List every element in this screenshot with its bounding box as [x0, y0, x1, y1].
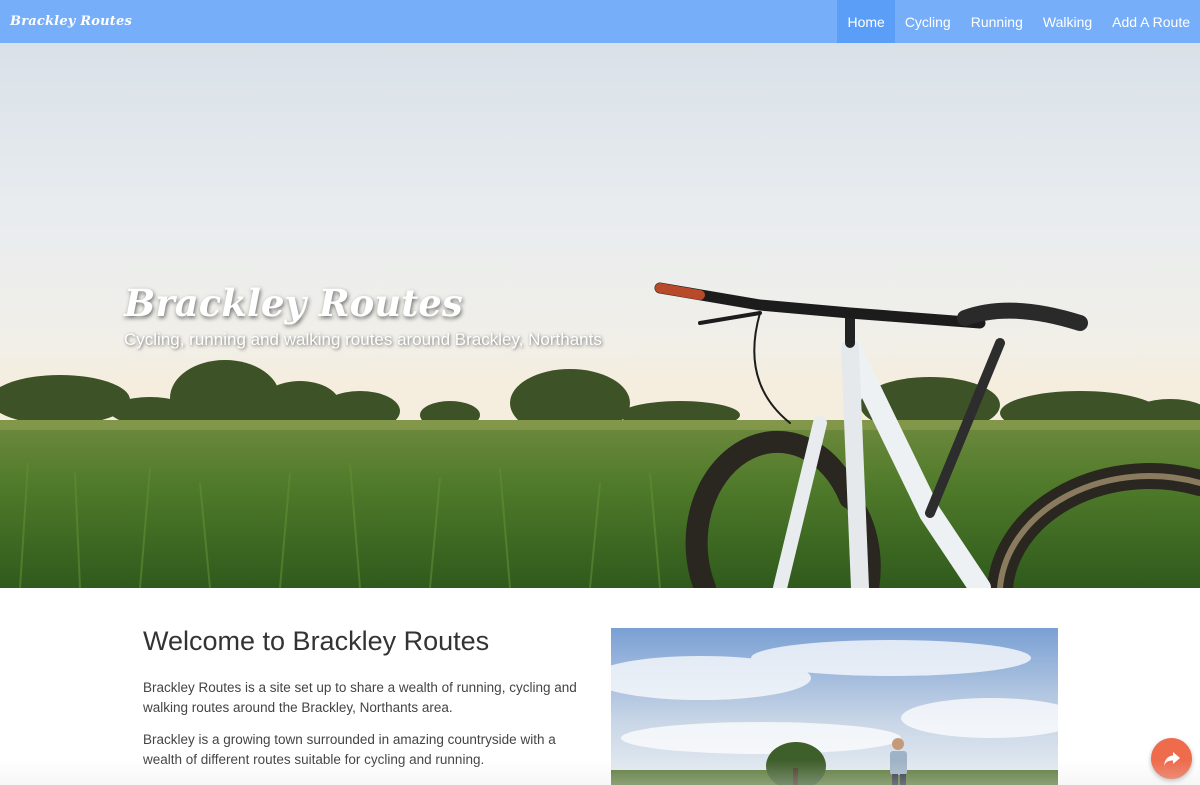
share-button[interactable]	[1151, 738, 1192, 779]
nav-item-add-a-route[interactable]: Add A Route	[1102, 0, 1200, 43]
main-nav: Home Cycling Running Walking Add A Route	[837, 0, 1200, 43]
nav-item-walking[interactable]: Walking	[1033, 0, 1102, 43]
brand-logo-link[interactable]: Brackley Routes	[0, 14, 132, 29]
hero-subtitle: Cycling, running and walking routes arou…	[124, 330, 602, 349]
nav-item-home[interactable]: Home	[837, 0, 895, 43]
hero-banner: Brackley Routes Cycling, running and wal…	[0, 43, 1200, 588]
share-arrow-icon	[1163, 751, 1180, 766]
welcome-heading: Welcome to Brackley Routes	[143, 626, 490, 656]
runner-photo	[611, 628, 1058, 785]
hero-title: Brackley Routes	[124, 281, 463, 325]
town-paragraph: Brackley is a growing town surrounded in…	[143, 732, 556, 767]
nav-item-cycling[interactable]: Cycling	[895, 0, 961, 43]
nav-item-running[interactable]: Running	[961, 0, 1033, 43]
top-navbar: Brackley Routes Home Cycling Running Wal…	[0, 0, 1200, 43]
intro-paragraph: Brackley Routes is a site set up to shar…	[143, 680, 577, 715]
